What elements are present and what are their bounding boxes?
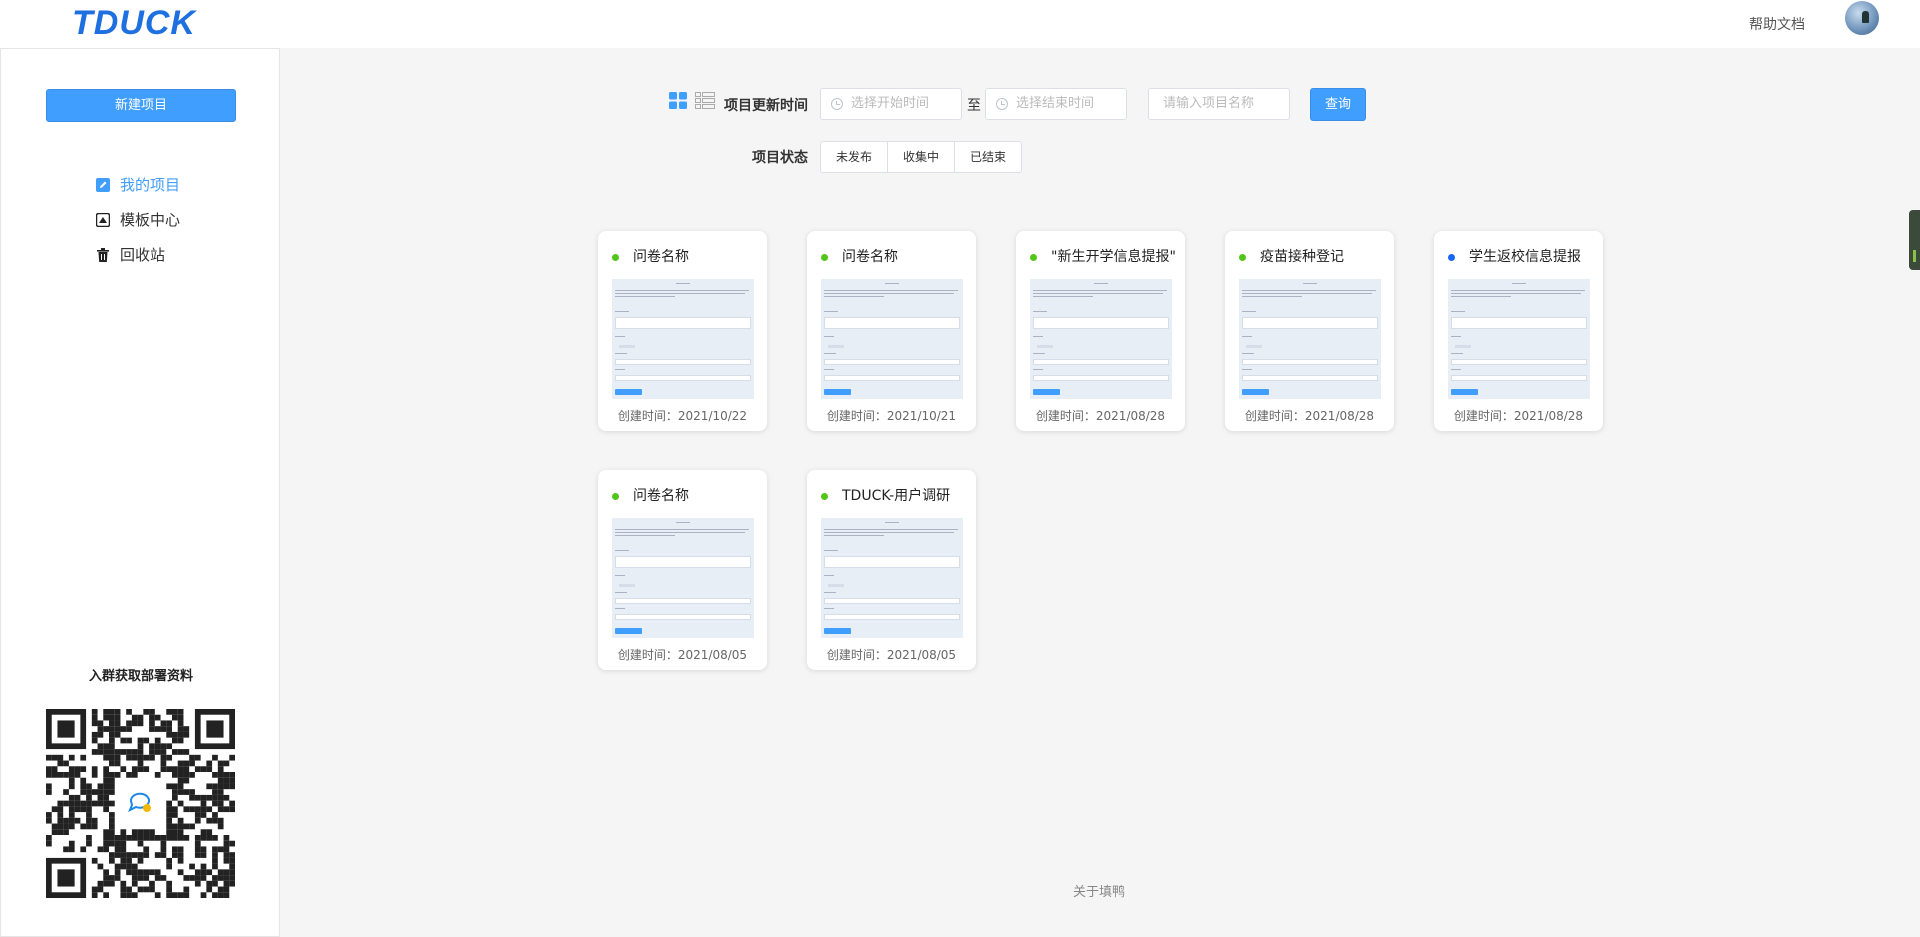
view-toggle — [669, 92, 715, 109]
query-button[interactable]: 查询 — [1310, 88, 1366, 121]
about-link[interactable]: 关于填鸭 — [1073, 881, 1125, 900]
project-card[interactable]: 疫苗接种登记创建时间：2021/08/28 — [1225, 231, 1394, 431]
side-floating-tab[interactable] — [1909, 210, 1920, 270]
help-docs-link[interactable]: 帮助文档 — [1749, 14, 1805, 34]
project-created-date: 创建时间：2021/08/05 — [826, 648, 957, 662]
project-title: "新生开学信息提报" — [1051, 249, 1176, 265]
status-dot — [821, 254, 828, 261]
new-project-button[interactable]: 新建项目 — [46, 89, 236, 122]
sidebar-item-recycle-bin[interactable]: 回收站 — [96, 237, 180, 272]
status-dot — [1448, 254, 1455, 261]
sidebar-menu: 我的项目 模板中心 回收站 — [96, 167, 180, 272]
project-name-search-input[interactable]: 请输入项目名称 — [1148, 88, 1290, 120]
project-title: 问卷名称 — [633, 488, 689, 504]
project-created-date: 创建时间：2021/08/28 — [1244, 409, 1375, 423]
end-date-placeholder: 选择结束时间 — [1016, 96, 1095, 111]
project-title: 学生返校信息提报 — [1469, 249, 1581, 265]
status-ended-button[interactable]: 已结束 — [954, 141, 1023, 173]
form-preview-thumbnail — [612, 518, 754, 638]
project-title: TDUCK-用户调研 — [842, 488, 951, 504]
clock-icon — [831, 98, 843, 110]
status-dot — [1030, 254, 1037, 261]
project-created-date: 创建时间：2021/10/22 — [617, 409, 748, 423]
qr-title: 入群获取部署资料 — [88, 669, 193, 684]
top-header: TDUCK 帮助文档 — [0, 0, 1920, 48]
date-range-separator: 至 — [967, 98, 981, 114]
project-card[interactable]: 问卷名称创建时间：2021/10/22 — [598, 231, 767, 431]
project-status-label: 项目状态 — [752, 150, 808, 166]
edit-icon — [96, 177, 110, 192]
project-created-date: 创建时间：2021/10/21 — [826, 409, 957, 423]
status-unpublished-button[interactable]: 未发布 — [820, 141, 889, 173]
project-created-date: 创建时间：2021/08/05 — [617, 648, 748, 662]
start-date-input[interactable]: 选择开始时间 — [820, 88, 962, 120]
project-card[interactable]: "新生开学信息提报" 创建时间：2021/08/28 — [1016, 231, 1185, 431]
form-preview-thumbnail — [1030, 279, 1172, 399]
project-title: 问卷名称 — [633, 249, 689, 265]
clock-icon — [996, 98, 1008, 110]
project-title: 问卷名称 — [842, 249, 898, 265]
qr-code-image — [46, 709, 235, 898]
status-dot — [612, 493, 619, 500]
project-card[interactable]: TDUCK-用户调研创建时间：2021/08/05 — [807, 470, 976, 670]
user-avatar[interactable] — [1845, 1, 1879, 35]
project-created-date: 创建时间：2021/08/28 — [1453, 409, 1584, 423]
form-preview-thumbnail — [1239, 279, 1381, 399]
status-dot — [1239, 254, 1246, 261]
project-title: 疫苗接种登记 — [1260, 249, 1344, 265]
end-date-input[interactable]: 选择结束时间 — [985, 88, 1127, 120]
grid-view-icon[interactable] — [669, 92, 687, 109]
project-card[interactable]: 问卷名称创建时间：2021/08/05 — [598, 470, 767, 670]
form-preview-thumbnail — [821, 518, 963, 638]
status-filter-group: 未发布 收集中 已结束 — [820, 141, 1023, 173]
project-card[interactable]: 问卷名称创建时间：2021/10/21 — [807, 231, 976, 431]
start-date-placeholder: 选择开始时间 — [851, 96, 930, 111]
form-preview-thumbnail — [1448, 279, 1590, 399]
template-icon — [96, 212, 110, 227]
sidebar-item-my-projects[interactable]: 我的项目 — [96, 167, 180, 202]
status-dot — [821, 493, 828, 500]
project-card[interactable]: 学生返校信息提报创建时间：2021/08/28 — [1434, 231, 1603, 431]
sidebar-item-label: 我的项目 — [120, 176, 181, 194]
tduck-logo[interactable]: TDUCK — [72, 4, 196, 43]
list-view-icon[interactable] — [695, 92, 715, 109]
sidebar-item-label: 模板中心 — [120, 211, 181, 229]
form-preview-thumbnail — [821, 279, 963, 399]
trash-icon — [96, 247, 110, 262]
form-preview-thumbnail — [612, 279, 754, 399]
project-created-date: 创建时间：2021/08/28 — [1035, 409, 1166, 423]
status-collecting-button[interactable]: 收集中 — [887, 141, 956, 173]
sidebar: 新建项目 我的项目 模板中心 回收站 入群获取部署资料 — [0, 48, 280, 937]
status-dot — [612, 254, 619, 261]
update-time-label: 项目更新时间 — [724, 98, 808, 114]
sidebar-item-templates[interactable]: 模板中心 — [96, 202, 180, 237]
sidebar-item-label: 回收站 — [120, 246, 166, 264]
